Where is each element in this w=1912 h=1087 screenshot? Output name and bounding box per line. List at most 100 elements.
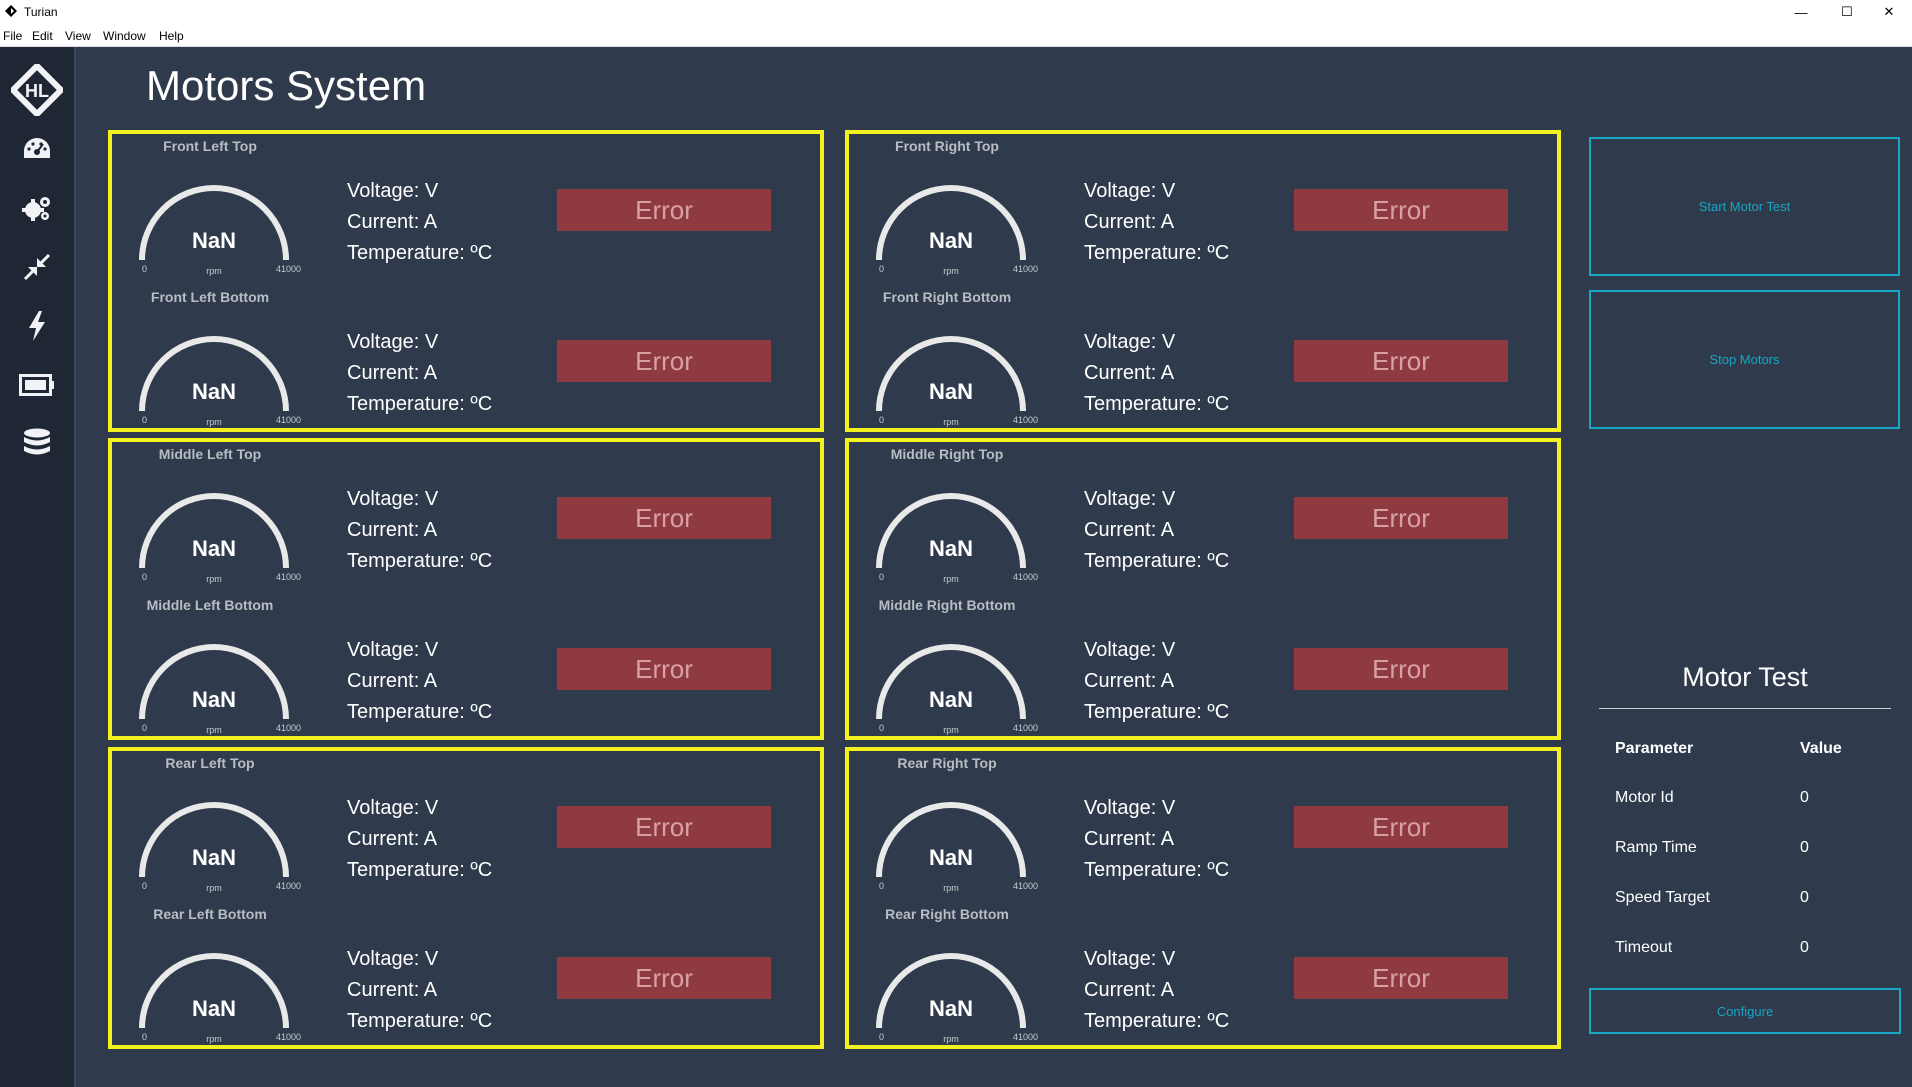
status-badge: Error bbox=[557, 648, 771, 690]
maximize-button[interactable]: ☐ bbox=[1824, 0, 1870, 24]
gauge-max: 41000 bbox=[276, 572, 302, 582]
rpm-value: NaN bbox=[928, 845, 973, 870]
voltage-reading: Voltage: V bbox=[347, 331, 439, 353]
temperature-reading: Temperature: ºC bbox=[347, 242, 493, 264]
rpm-value: NaN bbox=[928, 996, 973, 1021]
gauge-unit: rpm bbox=[943, 725, 959, 735]
temperature-reading: Temperature: ºC bbox=[347, 1010, 493, 1032]
gauge-max: 41000 bbox=[276, 1032, 302, 1042]
readings: Voltage: V Current: A Temperature: ºC bbox=[347, 176, 492, 269]
motor-name: Rear Left Bottom bbox=[153, 906, 267, 922]
parameter-header: Parameter bbox=[1615, 740, 1694, 757]
rpm-value: NaN bbox=[191, 845, 236, 870]
motor-name: Front Left Bottom bbox=[150, 289, 270, 305]
status-badge: Error bbox=[1294, 189, 1508, 231]
gauge-max: 41000 bbox=[276, 881, 302, 891]
motor-panel-rear-left: Rear Left Top NaN 0 rpm 41000 Voltage: V… bbox=[108, 747, 824, 1049]
value-ramp-time[interactable]: 0 bbox=[1800, 839, 1809, 857]
menu-bar: File Edit View Window Help bbox=[0, 24, 1912, 47]
value-timeout[interactable]: 0 bbox=[1800, 939, 1809, 957]
motor-middle-left-bottom: Middle Left Bottom NaN 0 rpm 41000 Volta… bbox=[112, 593, 820, 743]
motor-front-left-bottom: Front Left Bottom NaN 0 rpm 41000 Voltag… bbox=[112, 285, 820, 435]
close-button[interactable]: ✕ bbox=[1866, 0, 1912, 24]
rpm-gauge: NaN 0 rpm 41000 bbox=[871, 325, 1038, 427]
motor-middle-right-top: Middle Right Top NaN 0 rpm 41000 Voltage… bbox=[849, 442, 1557, 592]
menu-help[interactable]: Help bbox=[159, 29, 184, 43]
motor-test-divider bbox=[1599, 708, 1891, 709]
current-reading: Current: A bbox=[347, 211, 438, 233]
voltage-reading: Voltage: V bbox=[1084, 488, 1176, 510]
rpm-gauge: NaN 0 rpm 41000 bbox=[871, 942, 1038, 1044]
rpm-gauge: NaN 0 rpm 41000 bbox=[134, 174, 301, 276]
gauge-unit: rpm bbox=[943, 574, 959, 584]
gauge-unit: rpm bbox=[943, 266, 959, 276]
database-icon[interactable] bbox=[0, 422, 74, 466]
menu-file[interactable]: File bbox=[3, 29, 22, 43]
motor-test-title: Motor Test bbox=[1682, 662, 1808, 692]
param-speed-target: Speed Target bbox=[1615, 889, 1710, 906]
motor-middle-right-bottom: Middle Right Bottom NaN 0 rpm 41000 Volt… bbox=[849, 593, 1557, 743]
param-timeout: Timeout bbox=[1615, 939, 1673, 956]
motor-rear-left-top: Rear Left Top NaN 0 rpm 41000 Voltage: V… bbox=[112, 751, 820, 901]
bolt-icon[interactable] bbox=[0, 304, 74, 348]
current-reading: Current: A bbox=[1084, 211, 1175, 233]
start-motor-test-button[interactable]: Start Motor Test bbox=[1589, 137, 1900, 276]
motor-panel-middle-left: Middle Left Top NaN 0 rpm 41000 Voltage:… bbox=[108, 438, 824, 740]
motor-rear-left-bottom: Rear Left Bottom NaN 0 rpm 41000 Voltage… bbox=[112, 902, 820, 1052]
gauge-unit: rpm bbox=[206, 417, 222, 427]
temperature-reading: Temperature: ºC bbox=[1084, 393, 1230, 415]
temperature-reading: Temperature: ºC bbox=[1084, 242, 1230, 264]
current-reading: Current: A bbox=[1084, 828, 1175, 850]
rpm-value: NaN bbox=[191, 536, 236, 561]
motor-name: Rear Left Top bbox=[165, 755, 255, 771]
motor-name: Middle Left Bottom bbox=[146, 597, 274, 613]
motor-name: Middle Right Bottom bbox=[878, 597, 1016, 613]
rpm-value: NaN bbox=[928, 379, 973, 404]
menu-edit[interactable]: Edit bbox=[32, 29, 53, 43]
status-badge: Error bbox=[557, 957, 771, 999]
hl-logo-icon[interactable]: HL bbox=[0, 62, 74, 118]
window-titlebar: Turian — ☐ ✕ bbox=[0, 0, 1912, 24]
rpm-gauge: NaN 0 rpm 41000 bbox=[134, 482, 301, 584]
gauge-max: 41000 bbox=[276, 415, 302, 425]
value-speed-target[interactable]: 0 bbox=[1800, 889, 1809, 907]
compress-icon[interactable] bbox=[0, 245, 74, 289]
readings: Voltage: V Current: A Temperature: ºC bbox=[347, 327, 492, 420]
current-reading: Current: A bbox=[347, 828, 438, 850]
menu-window[interactable]: Window bbox=[103, 29, 146, 43]
status-badge: Error bbox=[557, 189, 771, 231]
motor-name: Front Left Top bbox=[163, 138, 257, 154]
status-badge: Error bbox=[557, 340, 771, 382]
gears-icon[interactable] bbox=[0, 186, 74, 230]
voltage-reading: Voltage: V bbox=[347, 797, 439, 819]
temperature-reading: Temperature: ºC bbox=[347, 701, 493, 723]
current-reading: Current: A bbox=[1084, 519, 1175, 541]
current-reading: Current: A bbox=[1084, 362, 1175, 384]
battery-icon[interactable] bbox=[0, 363, 74, 407]
motor-rear-right-top: Rear Right Top NaN 0 rpm 41000 Voltage: … bbox=[849, 751, 1557, 901]
minimize-button[interactable]: — bbox=[1778, 0, 1824, 24]
voltage-reading: Voltage: V bbox=[1084, 797, 1176, 819]
voltage-reading: Voltage: V bbox=[347, 488, 439, 510]
rpm-gauge: NaN 0 rpm 41000 bbox=[871, 633, 1038, 735]
current-reading: Current: A bbox=[1084, 979, 1175, 1001]
readings: Voltage: V Current: A Temperature: ºC bbox=[1084, 327, 1229, 420]
rpm-value: NaN bbox=[191, 228, 236, 253]
stop-motors-button[interactable]: Stop Motors bbox=[1589, 290, 1900, 429]
readings: Voltage: V Current: A Temperature: ºC bbox=[347, 944, 492, 1037]
voltage-reading: Voltage: V bbox=[1084, 948, 1176, 970]
motor-middle-left-top: Middle Left Top NaN 0 rpm 41000 Voltage:… bbox=[112, 442, 820, 592]
readings: Voltage: V Current: A Temperature: ºC bbox=[1084, 635, 1229, 728]
status-badge: Error bbox=[557, 497, 771, 539]
gauge-unit: rpm bbox=[943, 417, 959, 427]
configure-button[interactable]: Configure bbox=[1589, 988, 1901, 1034]
rpm-value: NaN bbox=[928, 687, 973, 712]
current-reading: Current: A bbox=[347, 362, 438, 384]
rpm-gauge: NaN 0 rpm 41000 bbox=[871, 174, 1038, 276]
menu-view[interactable]: View bbox=[65, 29, 91, 43]
dashboard-icon[interactable] bbox=[0, 127, 74, 171]
value-motor-id[interactable]: 0 bbox=[1800, 789, 1809, 807]
status-badge: Error bbox=[1294, 340, 1508, 382]
readings: Voltage: V Current: A Temperature: ºC bbox=[347, 793, 492, 886]
rpm-gauge: NaN 0 rpm 41000 bbox=[134, 942, 301, 1044]
